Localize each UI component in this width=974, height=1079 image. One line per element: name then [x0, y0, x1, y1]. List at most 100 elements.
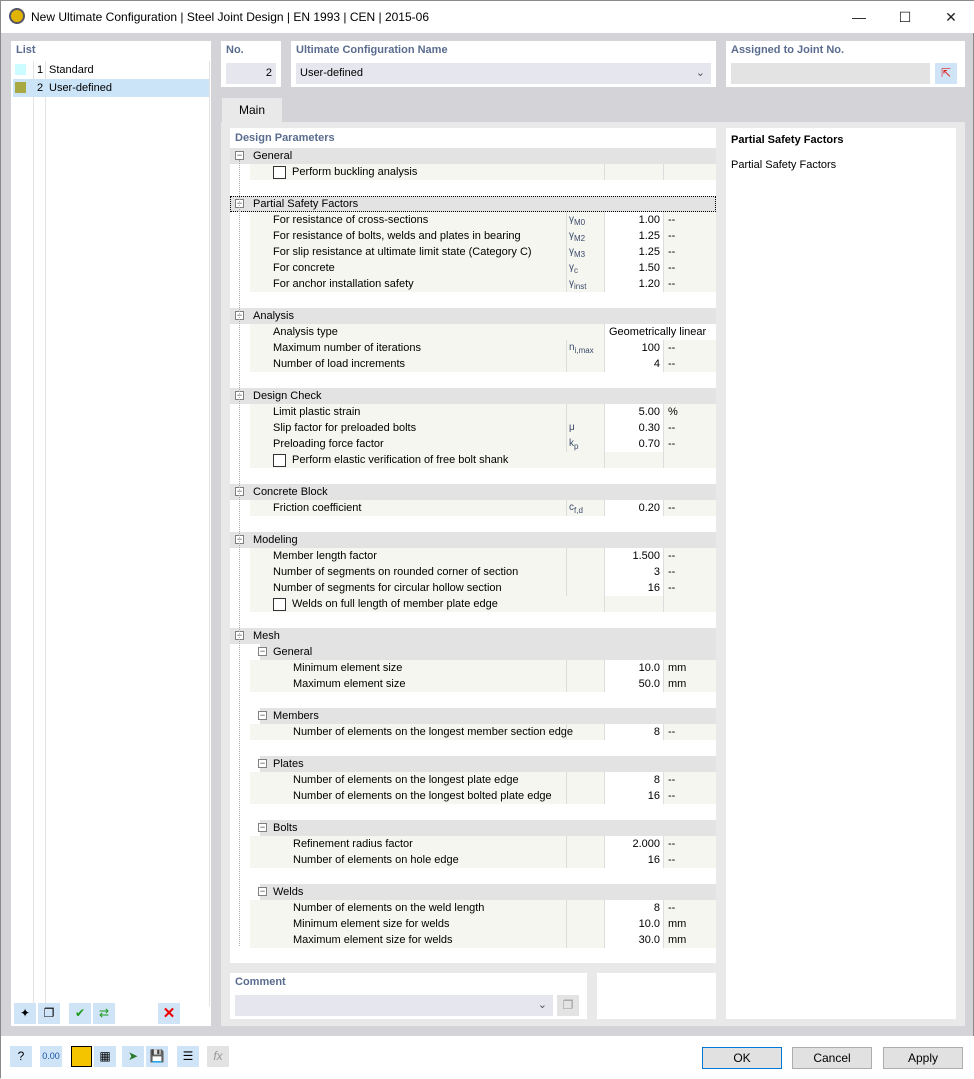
tree-group-header[interactable]: − Plates [258, 756, 716, 772]
value-field[interactable]: 50.0 [604, 676, 663, 692]
symbol [566, 676, 604, 692]
value-field[interactable]: 10.0 [604, 916, 663, 932]
value-field[interactable]: 1.25 [604, 244, 663, 260]
value-field[interactable]: 1.500 [604, 548, 663, 564]
library-icon[interactable]: ☰ [177, 1046, 199, 1067]
maximize-button[interactable]: ☐ [882, 1, 928, 33]
unit: mm [663, 660, 716, 676]
row-label: Analysis type [273, 326, 338, 338]
tree-row: For resistance of bolts, welds and plate… [250, 228, 716, 244]
collapse-icon[interactable]: − [258, 887, 267, 896]
value-field[interactable]: 16 [604, 788, 663, 804]
check-all-button[interactable]: ✔ [69, 1003, 91, 1024]
tree-group-header[interactable]: − Mesh [230, 628, 716, 644]
value-field[interactable]: 3 [604, 564, 663, 580]
unit: -- [663, 788, 716, 804]
help-icon[interactable]: ? [10, 1046, 32, 1067]
value-field[interactable]: 2.000 [604, 836, 663, 852]
value-field[interactable]: 0.30 [604, 420, 663, 436]
blank-box [597, 973, 716, 1019]
design-parameters-title: Design Parameters [235, 132, 335, 144]
value-field[interactable]: 1.20 [604, 276, 663, 292]
unit: -- [663, 564, 716, 580]
checkbox[interactable] [273, 454, 286, 467]
value-field[interactable]: 8 [604, 900, 663, 916]
value-field[interactable]: 16 [604, 580, 663, 596]
symbol-subscript: M0 [574, 218, 586, 227]
value-field[interactable]: 4 [604, 356, 663, 372]
checkbox[interactable] [273, 598, 286, 611]
row-label: For resistance of cross-sections [273, 214, 429, 226]
tree-group-header[interactable]: − Bolts [258, 820, 716, 836]
value-field[interactable]: Geometrically linear [604, 324, 716, 340]
value-field[interactable]: 0.70 [604, 436, 663, 452]
save-icon[interactable]: 💾 [146, 1046, 168, 1067]
value-field[interactable]: 8 [604, 724, 663, 740]
tree-group-header[interactable]: − Partial Safety Factors [230, 196, 716, 212]
number-field[interactable]: 2 [226, 63, 276, 84]
list-item-user-defined[interactable]: 2 User-defined [13, 79, 209, 97]
value-field[interactable]: 30.0 [604, 932, 663, 948]
collapse-icon[interactable]: − [258, 759, 267, 768]
symbol: γM2 [566, 228, 604, 244]
row-label: Welds on full length of member plate edg… [292, 598, 498, 610]
unit-cell [663, 164, 716, 180]
pick-joint-icon[interactable]: ⇱ [935, 63, 957, 84]
symbol-subscript: c [574, 266, 578, 275]
tree-group-header[interactable]: − Welds [258, 884, 716, 900]
color-icon[interactable] [71, 1046, 92, 1067]
value-field[interactable]: 16 [604, 852, 663, 868]
apply-button[interactable]: Apply [883, 1047, 963, 1069]
cancel-button[interactable]: Cancel [792, 1047, 872, 1069]
value-field[interactable]: 8 [604, 772, 663, 788]
checkbox[interactable] [273, 166, 286, 179]
value-field[interactable]: 5.00 [604, 404, 663, 420]
group-label: General [253, 150, 293, 162]
row-label: Number of segments for circular hollow s… [273, 582, 502, 594]
units-icon[interactable]: 0.00 [40, 1046, 62, 1067]
tree-group-header[interactable]: − Modeling [230, 532, 716, 548]
collapse-icon[interactable]: − [235, 151, 244, 160]
comment-select[interactable]: ⌄ [235, 995, 553, 1016]
tree-group-header[interactable]: − General [230, 148, 716, 164]
value-field[interactable]: 1.25 [604, 228, 663, 244]
formula-icon[interactable]: fx [207, 1046, 229, 1067]
minimize-button[interactable]: — [836, 1, 882, 33]
value-field[interactable]: 1.00 [604, 212, 663, 228]
new-item-button[interactable]: ✦ [14, 1003, 36, 1024]
tree-group-header[interactable]: − Members [258, 708, 716, 724]
tab-main[interactable]: Main [222, 98, 282, 123]
tree-row: Perform elastic verification of free bol… [250, 452, 716, 468]
row-label: Number of elements on the longest bolted… [293, 790, 552, 802]
toggle-check-button[interactable]: ⇄ [93, 1003, 115, 1024]
collapse-icon[interactable]: − [258, 711, 267, 720]
delete-button[interactable]: ✕ [158, 1003, 180, 1024]
collapse-icon[interactable]: − [258, 647, 267, 656]
info-panel: Partial Safety Factors Partial Safety Fa… [726, 128, 956, 1019]
comment-library-icon[interactable]: ❐ [557, 995, 579, 1016]
tree-group-header[interactable]: − Analysis [230, 308, 716, 324]
row-label: Number of load increments [273, 358, 406, 370]
value-field[interactable]: 100 [604, 340, 663, 356]
value-cell [604, 164, 663, 180]
list-item-standard[interactable]: 1 Standard [13, 61, 209, 79]
symbol [566, 932, 604, 948]
unit: -- [663, 420, 716, 436]
close-button[interactable]: ✕ [928, 1, 974, 33]
ok-button[interactable]: OK [702, 1047, 782, 1069]
value-field[interactable]: 1.50 [604, 260, 663, 276]
collapse-icon[interactable]: − [258, 823, 267, 832]
value-field[interactable]: 0.20 [604, 500, 663, 516]
display-properties-icon[interactable]: ▦ [94, 1046, 116, 1067]
config-name-select[interactable]: User-defined ⌄ [296, 63, 711, 84]
tree-group-header[interactable]: − Design Check [230, 388, 716, 404]
copy-item-button[interactable]: ❐ [38, 1003, 60, 1024]
tree-group-header[interactable]: − General [258, 644, 716, 660]
assigned-field[interactable] [731, 63, 930, 84]
export-icon[interactable]: ➤ [122, 1046, 144, 1067]
unit-cell [663, 452, 716, 468]
tree-group-header[interactable]: − Concrete Block [230, 484, 716, 500]
tree-row: Number of elements on the longest member… [250, 724, 716, 740]
chevron-down-icon: ⌄ [695, 67, 705, 79]
value-field[interactable]: 10.0 [604, 660, 663, 676]
